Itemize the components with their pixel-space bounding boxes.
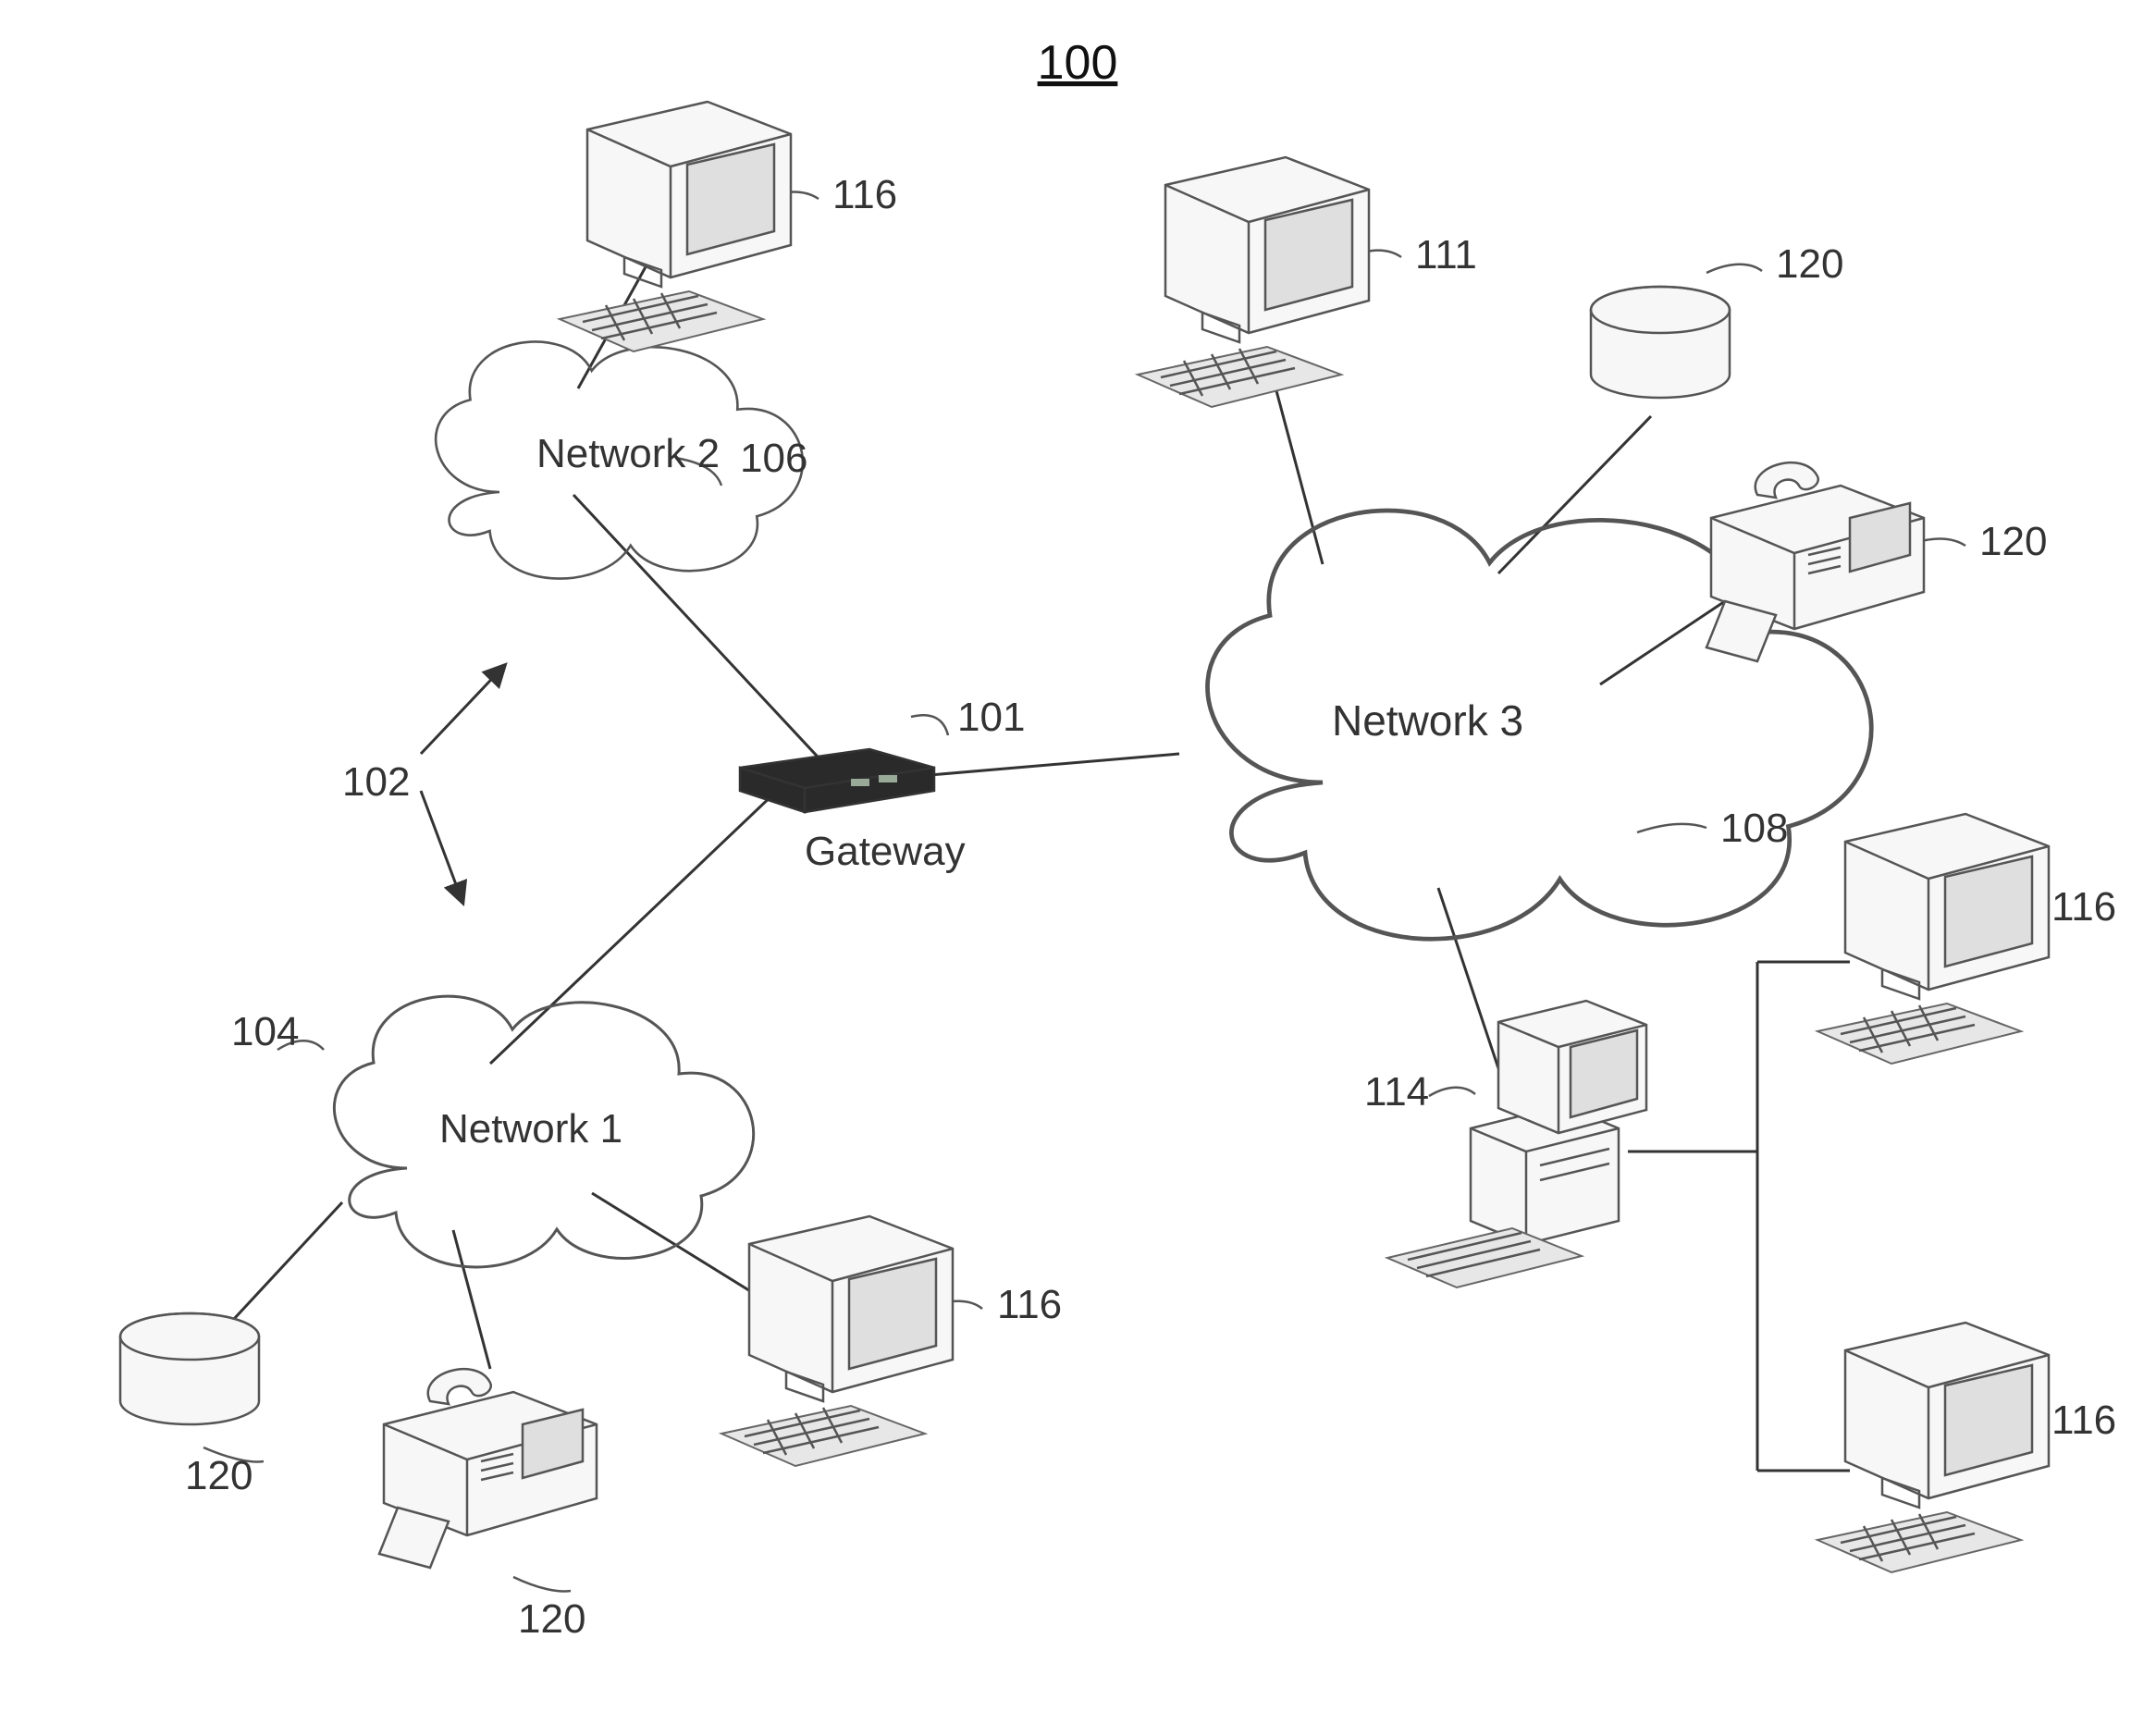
leader-101 (911, 715, 948, 735)
ref-114: 114 (1364, 1069, 1429, 1115)
ref-120-disk-n1: 120 (185, 1453, 253, 1498)
leader-108 (1637, 824, 1706, 832)
ref-108: 108 (1720, 806, 1788, 851)
ref-101: 101 (957, 695, 1025, 740)
cloud-network-1: Network 1 (334, 996, 753, 1267)
ref-120-fax-n3: 120 (1979, 519, 2047, 564)
figure-number: 100 (1038, 36, 1118, 90)
disk-n3 (1591, 287, 1730, 398)
pc-server-2 (1817, 1323, 2049, 1572)
pc-n3 (1138, 157, 1369, 407)
ref-106: 106 (740, 436, 807, 481)
ref-120-fax-n1: 120 (518, 1596, 585, 1642)
link-n3-disk (1498, 416, 1651, 573)
ref-116-s1: 116 (2051, 884, 2116, 930)
link-n3-server (1438, 888, 1498, 1068)
server-114 (1387, 1001, 1646, 1287)
ref-111: 111 (1415, 232, 1477, 277)
leader-114 (1429, 1088, 1475, 1096)
cloud-label-n1: Network 1 (439, 1106, 622, 1152)
ref-116-n2: 116 (832, 172, 897, 217)
disk-n1 (120, 1313, 259, 1424)
link-gateway-n3 (930, 754, 1179, 775)
link-n1-disk (222, 1202, 342, 1332)
leader-120-fax-n1 (513, 1577, 571, 1591)
pc-n1 (721, 1216, 953, 1466)
ref-102: 102 (342, 759, 410, 805)
link-gateway-n1 (490, 791, 777, 1064)
leader-120-disk (1706, 265, 1762, 273)
ref-104: 104 (231, 1009, 299, 1054)
cloud-label-n2: Network 2 (536, 431, 720, 476)
ref-116-s2: 116 (2051, 1398, 2116, 1443)
fax-n1 (379, 1369, 597, 1568)
pc-server-1 (1817, 814, 2049, 1064)
ref-120-disk-n3: 120 (1776, 241, 1843, 287)
arrows-102 (421, 666, 504, 902)
fax-n3 (1706, 462, 1924, 661)
pc-n2 (560, 102, 791, 351)
gateway-label: Gateway (805, 829, 966, 874)
link-n1-fax (453, 1230, 490, 1369)
gateway-device (740, 749, 934, 812)
ref-116-n1: 116 (997, 1282, 1062, 1327)
link-gateway-n2 (573, 495, 828, 768)
cloud-label-n3: Network 3 (1332, 696, 1523, 745)
server-bus (1628, 1152, 1757, 1471)
